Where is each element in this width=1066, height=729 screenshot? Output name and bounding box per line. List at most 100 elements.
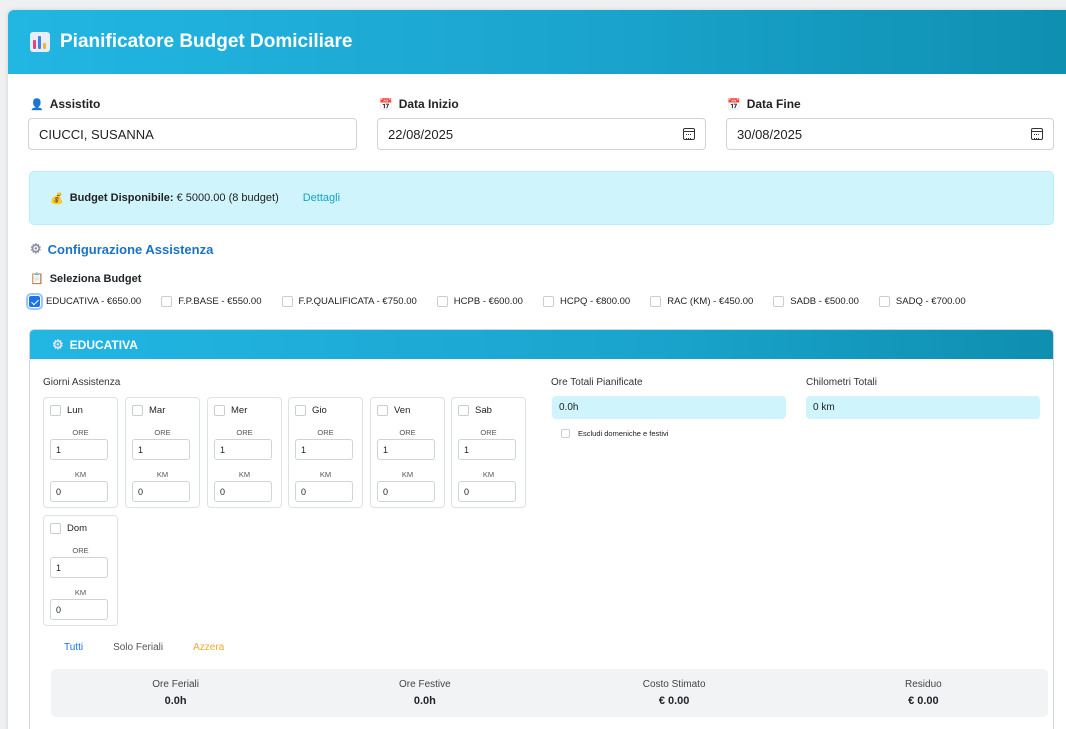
calendar-icon: 📅 [379,98,393,111]
checkbox[interactable] [132,405,143,416]
budget-options: EDUCATIVA - €650.00 F.P.BASE - €550.00 F… [26,293,986,310]
checkbox[interactable] [878,296,890,307]
ore-totali-label: Ore Totali Pianificate [551,377,643,388]
day-card-ven: Ven ORE 1 KM 0 [370,397,445,508]
budget-details-link[interactable]: Dettagli [303,192,340,204]
ore-input[interactable]: 1 [214,439,272,460]
user-icon: 👤 [30,98,44,111]
budget-value: € 5000.00 (8 budget) [176,192,279,204]
day-card-gio: Gio ORE 1 KM 0 [288,397,363,508]
ore-input[interactable]: 1 [132,439,190,460]
km-input[interactable]: 0 [458,481,516,502]
budget-option-fp-qualificata[interactable]: F.P.QUALIFICATA - €750.00 [281,296,417,307]
day-checkbox-mar[interactable]: Mar [132,405,165,416]
reset-button[interactable]: Azzera [193,642,224,653]
checkbox[interactable] [295,405,306,416]
summary-bar: Ore Feriali 0.0h Ore Festive 0.0h Costo … [51,669,1048,717]
km-input[interactable]: 0 [214,481,272,502]
calendar-picker-icon[interactable] [1031,128,1043,140]
data-fine-input[interactable]: 30/08/2025 [726,118,1054,150]
checkbox[interactable] [161,296,173,307]
ore-label: ORE [317,428,334,437]
bar-chart-icon [30,32,50,52]
checkbox[interactable] [50,405,61,416]
summary-ore-feriali: Ore Feriali 0.0h [152,679,199,707]
ore-input[interactable]: 1 [50,557,108,578]
ore-input[interactable]: 1 [50,439,108,460]
budget-option-sadb[interactable]: SADB - €500.00 [773,296,859,307]
money-bag-icon: 💰 [50,192,64,205]
budget-option-hcpb[interactable]: HCPB - €600.00 [436,296,523,307]
km-label: KM [401,470,414,479]
weekdays-only-button[interactable]: Solo Feriali [113,642,163,653]
day-checkbox-dom[interactable]: Dom [50,523,87,534]
budget-option-sadq[interactable]: SADQ - €700.00 [878,296,966,307]
km-label: KM [482,470,495,479]
km-label: KM [238,470,251,479]
budget-option-educativa[interactable]: EDUCATIVA - €650.00 [26,293,141,310]
km-input[interactable]: 0 [50,481,108,502]
day-checkbox-gio[interactable]: Gio [295,405,327,416]
km-input[interactable]: 0 [50,599,108,620]
budget-option-fp-base[interactable]: F.P.BASE - €550.00 [161,296,262,307]
day-card-mer: Mer ORE 1 KM 0 [207,397,282,508]
data-inizio-label: 📅 Data Inizio [379,97,459,111]
ore-input[interactable]: 1 [458,439,516,460]
ore-label: ORE [480,428,497,437]
budget-option-hcpq[interactable]: HCPQ - €800.00 [542,296,630,307]
calendar-picker-icon[interactable] [683,128,695,140]
select-budget-title: 📋 Seleziona Budget [30,272,142,286]
summary-ore-festive: Ore Festive 0.0h [399,679,451,707]
data-inizio-input[interactable]: 22/08/2025 [377,118,706,150]
km-totali-value: 0 km [806,396,1040,419]
km-totali-label: Chilometri Totali [806,377,877,388]
ore-input[interactable]: 1 [377,439,435,460]
ore-label: ORE [399,428,416,437]
day-checkbox-mer[interactable]: Mer [214,405,247,416]
ore-label: ORE [72,546,89,555]
gear-icon: ⚙ [30,241,42,256]
educativa-panel: ⚙ EDUCATIVA Giorni Assistenza Lun ORE 1 … [29,329,1054,729]
km-label: KM [74,470,87,479]
km-input[interactable]: 0 [132,481,190,502]
checkbox[interactable] [377,405,388,416]
checkbox[interactable] [773,296,785,307]
exclude-festivi-option[interactable]: Escludi domeniche e festivi [561,429,668,438]
day-card-lun: Lun ORE 1 KM 0 [43,397,118,508]
checkbox[interactable] [561,429,570,438]
km-input[interactable]: 0 [295,481,353,502]
days-label: Giorni Assistenza [43,377,121,388]
ore-label: ORE [154,428,171,437]
checkbox[interactable] [281,296,293,307]
ore-label: ORE [236,428,253,437]
budget-info-box: 💰 Budget Disponibile: € 5000.00 (8 budge… [29,171,1054,225]
calendar-icon: 📅 [727,98,741,111]
checkbox[interactable] [50,523,61,534]
day-checkbox-sab[interactable]: Sab [458,405,492,416]
checkbox[interactable] [26,293,43,310]
assistito-input[interactable]: CIUCCI, SUSANNA [28,118,357,150]
day-card-mar: Mar ORE 1 KM 0 [125,397,200,508]
day-card-dom: Dom ORE 1 KM 0 [43,515,118,626]
checkbox[interactable] [214,405,225,416]
budget-option-rac-km[interactable]: RAC (KM) - €450.00 [650,296,753,307]
page-title: Pianificatore Budget Domiciliare [60,31,353,52]
summary-costo-stimato: Costo Stimato € 0.00 [642,679,706,707]
km-label: KM [319,470,332,479]
km-input[interactable]: 0 [377,481,435,502]
ore-totali-value: 0.0h [552,396,786,419]
budget-label: Budget Disponibile: [69,192,174,204]
day-checkbox-lun[interactable]: Lun [50,405,83,416]
checkbox[interactable] [436,296,448,307]
config-section-title: ⚙ Configurazione Assistenza [30,241,214,257]
checkbox[interactable] [542,296,554,307]
select-all-button[interactable]: Tutti [64,642,83,653]
data-fine-label: 📅 Data Fine [727,97,801,111]
checkbox[interactable] [458,405,469,416]
app-header: Pianificatore Budget Domiciliare [8,10,1066,74]
day-checkbox-ven[interactable]: Ven [377,405,410,416]
budget-planner-card: Pianificatore Budget Domiciliare 👤 Assis… [8,10,1066,729]
checkbox[interactable] [650,296,662,307]
ore-input[interactable]: 1 [295,439,353,460]
gear-icon: ⚙ [52,336,64,352]
